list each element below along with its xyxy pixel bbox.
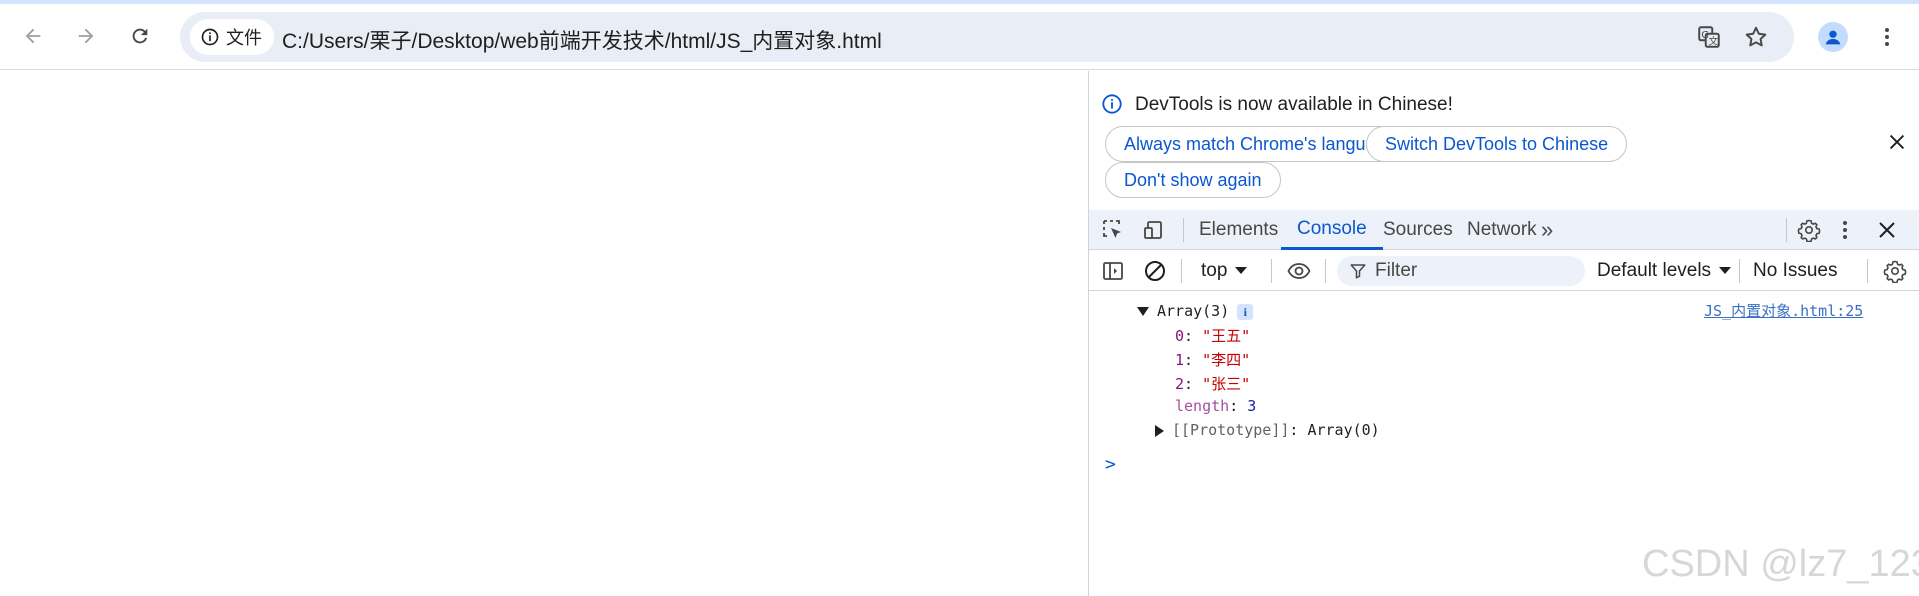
translate-button[interactable]: G文 bbox=[1695, 23, 1723, 51]
translate-icon: G文 bbox=[1698, 26, 1720, 48]
forward-button[interactable] bbox=[68, 18, 104, 54]
chevron-down-icon bbox=[1235, 267, 1248, 275]
more-vert-icon bbox=[1843, 221, 1847, 239]
back-button[interactable] bbox=[15, 18, 51, 54]
toolbar-divider bbox=[1325, 259, 1326, 283]
issues-counter[interactable]: No Issues bbox=[1753, 260, 1837, 282]
sidebar-icon bbox=[1103, 262, 1123, 280]
arrow-right-icon bbox=[78, 28, 94, 44]
inspect-icon bbox=[1103, 220, 1121, 238]
page-content bbox=[0, 71, 1088, 596]
bookmark-button[interactable] bbox=[1742, 23, 1770, 51]
show-sidebar-button[interactable] bbox=[1099, 257, 1127, 285]
log-levels-label: Default levels bbox=[1597, 260, 1712, 281]
source-link[interactable]: JS_内置对象.html:25 bbox=[1704, 300, 1863, 321]
tab-elements[interactable]: Elements bbox=[1183, 210, 1294, 250]
reload-icon bbox=[132, 28, 148, 44]
info-icon bbox=[201, 28, 219, 46]
language-infobar: DevTools is now available in Chinese! Al… bbox=[1089, 71, 1919, 209]
clear-console-button[interactable] bbox=[1141, 257, 1169, 285]
chevron-down-icon bbox=[1719, 267, 1732, 275]
dont-show-again-button[interactable]: Don't show again bbox=[1105, 162, 1281, 198]
entry-key: 1 bbox=[1175, 351, 1185, 369]
prototype-key: [[Prototype]] bbox=[1172, 421, 1290, 439]
toolbar-divider bbox=[1867, 259, 1868, 283]
address-bar[interactable]: 文件 C:/Users/栗子/Desktop/web前端开发技术/html/JS… bbox=[180, 12, 1794, 62]
toolbar-divider bbox=[1271, 259, 1272, 283]
entry-value: "张三" bbox=[1202, 375, 1251, 393]
prototype-entry[interactable]: [[Prototype]]: Array(0) bbox=[1155, 421, 1380, 439]
close-icon bbox=[1879, 222, 1895, 238]
context-label: top bbox=[1201, 260, 1228, 281]
context-selector[interactable]: top bbox=[1201, 260, 1248, 282]
devtools-panel: DevTools is now available in Chinese! Al… bbox=[1088, 71, 1919, 596]
svg-text:文: 文 bbox=[1708, 35, 1718, 48]
device-toolbar-button[interactable] bbox=[1141, 216, 1169, 244]
device-icon bbox=[1144, 221, 1162, 239]
devtools-tabbar: Elements Console Sources Network » bbox=[1089, 210, 1919, 250]
log-levels-dropdown[interactable]: Default levels bbox=[1597, 260, 1732, 282]
array-label: Array(3) bbox=[1157, 302, 1230, 320]
entry-key: 0 bbox=[1175, 327, 1185, 345]
site-info-chip[interactable]: 文件 bbox=[190, 19, 274, 55]
entry-value: "李四" bbox=[1202, 351, 1251, 369]
eye-icon bbox=[1287, 263, 1311, 279]
expand-triangle-icon[interactable] bbox=[1137, 307, 1149, 316]
inspect-element-button[interactable] bbox=[1099, 216, 1127, 244]
array-entry: 1: "李四" bbox=[1175, 351, 1251, 369]
length-key: length bbox=[1175, 397, 1230, 415]
gear-icon bbox=[1883, 260, 1907, 283]
filter-placeholder: Filter bbox=[1375, 260, 1418, 281]
entry-value: "王五" bbox=[1202, 327, 1251, 345]
infobar-close-button[interactable] bbox=[1884, 129, 1910, 155]
close-devtools-button[interactable] bbox=[1873, 216, 1901, 244]
person-icon bbox=[1825, 30, 1841, 45]
site-chip-label: 文件 bbox=[226, 28, 262, 48]
length-entry: length: 3 bbox=[1175, 397, 1257, 415]
console-settings-button[interactable] bbox=[1881, 257, 1909, 285]
browser-menu-button[interactable] bbox=[1872, 22, 1902, 52]
customize-devtools-button[interactable] bbox=[1831, 216, 1859, 244]
toolbar-divider bbox=[1786, 218, 1787, 242]
profile-avatar[interactable] bbox=[1818, 22, 1848, 52]
filter-input[interactable]: Filter bbox=[1337, 256, 1585, 286]
info-badge[interactable]: i bbox=[1237, 304, 1254, 320]
toolbar-divider bbox=[1739, 259, 1740, 283]
more-tabs-button[interactable]: » bbox=[1535, 210, 1559, 250]
array-entry: 2: "张三" bbox=[1175, 375, 1251, 393]
entry-key: 2 bbox=[1175, 375, 1185, 393]
toolbar-divider bbox=[1181, 259, 1182, 283]
array-header[interactable]: Array(3) i bbox=[1137, 302, 1254, 320]
infobar-message: DevTools is now available in Chinese! bbox=[1135, 94, 1453, 115]
switch-to-chinese-button[interactable]: Switch DevTools to Chinese bbox=[1366, 126, 1628, 162]
settings-button[interactable] bbox=[1795, 216, 1823, 244]
watermark: CSDN @lz7_123 bbox=[1642, 543, 1919, 585]
info-circle-icon bbox=[1102, 94, 1122, 114]
console-prompt[interactable]: > bbox=[1105, 454, 1116, 475]
console-toolbar: top Filter Default levels No Issues bbox=[1089, 251, 1919, 291]
gear-icon bbox=[1797, 219, 1821, 242]
filter-icon bbox=[1350, 264, 1366, 279]
more-vert-icon bbox=[1885, 28, 1889, 46]
prototype-value: Array(0) bbox=[1307, 421, 1380, 439]
block-icon bbox=[1145, 261, 1165, 281]
reload-button[interactable] bbox=[122, 18, 158, 54]
array-entry: 0: "王五" bbox=[1175, 327, 1251, 345]
arrow-left-icon bbox=[25, 28, 41, 44]
star-icon bbox=[1745, 26, 1767, 47]
close-icon bbox=[1889, 134, 1905, 150]
live-expression-button[interactable] bbox=[1285, 257, 1313, 285]
expand-triangle-icon[interactable] bbox=[1155, 424, 1164, 437]
browser-toolbar: 文件 C:/Users/栗子/Desktop/web前端开发技术/html/JS… bbox=[0, 4, 1919, 70]
length-value: 3 bbox=[1247, 397, 1257, 415]
url-text[interactable]: C:/Users/栗子/Desktop/web前端开发技术/html/JS_内置… bbox=[282, 25, 882, 55]
